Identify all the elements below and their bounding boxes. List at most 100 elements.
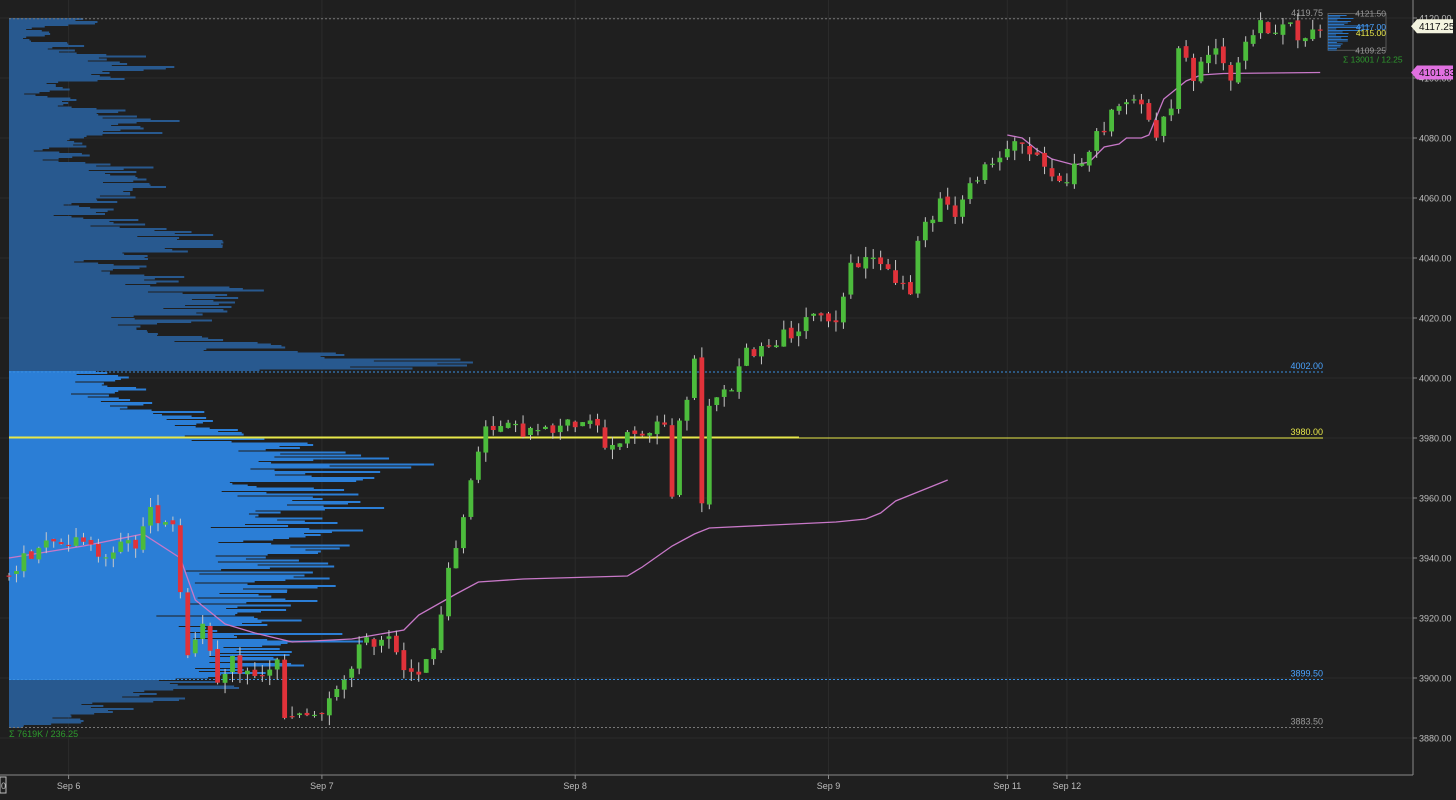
candle-body	[297, 713, 302, 716]
y-tick-label: 4020.00	[1419, 314, 1452, 324]
mini-profile-bar	[1328, 39, 1348, 40]
candle-body	[692, 358, 697, 398]
axis-corner-label: 0	[1, 781, 6, 791]
candle-body	[781, 329, 787, 347]
x-tick-label: Sep 12	[1053, 781, 1082, 791]
candle-body	[617, 443, 623, 447]
candle-body	[1027, 145, 1033, 155]
mini-high-label: 4121.50	[1355, 9, 1386, 19]
candle-body	[341, 679, 347, 690]
candle-body	[818, 313, 824, 316]
y-tick-label: 3900.00	[1419, 674, 1452, 684]
candle-body	[237, 655, 243, 674]
y-tick-label: 3920.00	[1419, 614, 1452, 624]
candle-body	[885, 264, 891, 269]
candle-body	[624, 432, 630, 444]
mini-profile-bar	[1328, 33, 1349, 34]
candle-body	[535, 430, 541, 432]
mini-profile-bar	[1328, 42, 1337, 43]
candle-body	[826, 313, 831, 322]
mini-profile-bar	[1328, 37, 1342, 39]
candle-body	[990, 163, 995, 165]
mini-profile-bar	[1328, 40, 1348, 42]
level-label-value-area-low: 3899.50	[1290, 669, 1323, 679]
x-tick-label: Sep 7	[310, 781, 334, 791]
candle-body	[312, 714, 317, 717]
candle-body	[587, 420, 593, 424]
mini-mid-label: 4115.00	[1356, 28, 1386, 38]
candle-body	[811, 313, 816, 316]
candle-body	[1183, 46, 1189, 58]
candle-body	[177, 525, 183, 593]
candle-body	[669, 425, 675, 497]
candle-body	[751, 349, 757, 357]
candle-body	[1153, 120, 1159, 138]
candle-body	[915, 240, 921, 294]
candle-body	[803, 317, 809, 332]
y-tick-label: 3940.00	[1419, 554, 1452, 564]
candle-body	[1161, 116, 1167, 136]
candle-body	[155, 505, 161, 524]
mini-profile-bar	[1328, 18, 1354, 19]
candle-body	[148, 506, 153, 526]
candle-body	[394, 635, 399, 653]
candle-body	[1131, 99, 1137, 101]
candle-body	[58, 542, 64, 545]
candle-body	[453, 548, 459, 569]
candle-body	[1198, 61, 1204, 82]
candle-body	[185, 592, 191, 656]
candle-body	[1258, 20, 1263, 34]
candle-body	[975, 180, 980, 182]
candle-body	[51, 538, 57, 542]
candle-body	[878, 257, 884, 265]
level-label-poc: 3980.00	[1290, 427, 1323, 437]
candle-body	[557, 425, 563, 433]
candle-body	[1213, 48, 1219, 55]
y-tick-label: 3980.00	[1419, 434, 1452, 444]
candle-body	[1228, 64, 1234, 81]
candle-body	[1273, 32, 1278, 34]
candle-body	[118, 541, 124, 552]
candle-body	[446, 567, 451, 617]
candle-body	[326, 698, 332, 716]
candle-body	[423, 659, 429, 673]
candle-body	[1250, 35, 1256, 44]
candle-body	[110, 552, 116, 559]
candle-body	[379, 639, 384, 646]
level-label-value-area-high: 4002.00	[1290, 361, 1323, 371]
mini-profile-bar	[1328, 49, 1337, 51]
candle-body	[1124, 102, 1129, 105]
candle-body	[371, 639, 377, 647]
candle-body	[356, 644, 362, 669]
candle-body	[855, 263, 861, 268]
candle-body	[1265, 22, 1271, 34]
profile-stats: Σ 7619K / 236.25	[9, 729, 78, 739]
candle-body	[431, 648, 437, 660]
candle-body	[475, 451, 481, 480]
mini-profile-bar	[1328, 19, 1338, 21]
mini-profile-bar	[1328, 36, 1348, 37]
candle-body	[1004, 148, 1010, 158]
candle-body	[304, 712, 310, 716]
candle-body	[401, 650, 407, 671]
candle-body	[1094, 131, 1100, 151]
mini-profile-bar	[1328, 34, 1337, 36]
chart-window[interactable]: 4002.00 3980.00 3899.50 3883.50 4119.75 4121…	[0, 0, 1456, 795]
candle-body	[520, 423, 526, 437]
candle-body	[639, 433, 645, 436]
candle-body	[319, 712, 325, 715]
candle-body	[468, 480, 474, 517]
candle-body	[14, 571, 19, 574]
mini-profile-bar	[1328, 31, 1343, 33]
mini-profile-bar	[1328, 15, 1347, 16]
candle-body	[1109, 109, 1114, 132]
candle-body	[245, 670, 250, 675]
candle-body	[1086, 151, 1092, 166]
current-price-badge: 4117.25	[1419, 22, 1455, 33]
candle-body	[483, 426, 489, 453]
candle-body	[364, 637, 369, 643]
candle-body	[192, 639, 198, 654]
candle-body	[1064, 182, 1070, 184]
price-chart[interactable]: 4002.00 3980.00 3899.50 3883.50 4119.75 4121…	[0, 0, 1456, 795]
candle-body	[1206, 54, 1211, 64]
